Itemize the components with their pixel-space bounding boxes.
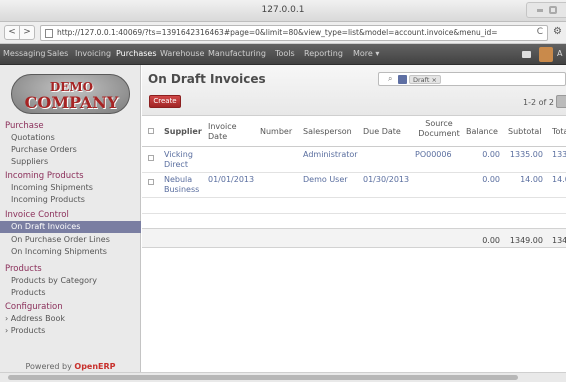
back-button[interactable]: <: [4, 25, 20, 40]
forward-button[interactable]: >: [19, 25, 35, 40]
powered-by: Powered by OpenERP: [0, 362, 141, 371]
row-divider: [142, 172, 566, 173]
view-header: On Draft Invoices Create ⌕ Draft × 1-2 o…: [142, 65, 566, 116]
horizontal-scrollbar[interactable]: [0, 372, 566, 382]
row-divider: [142, 213, 566, 214]
header-divider: [142, 146, 566, 147]
company-logo: DEMO COMPANY: [11, 74, 130, 114]
mail-icon[interactable]: [522, 51, 531, 58]
openerp-link[interactable]: OpenERP: [74, 362, 115, 371]
menu-reporting[interactable]: Reporting: [304, 49, 343, 58]
sidebar-item-products-by-category[interactable]: Products by Category: [11, 276, 97, 285]
search-input[interactable]: ⌕ Draft ×: [378, 72, 566, 86]
sidebar-section-incoming-products: Incoming Products: [5, 171, 84, 181]
sidebar-item-products[interactable]: Products: [11, 288, 46, 297]
cell-source-document[interactable]: PO00006: [415, 150, 452, 160]
sidebar-section-invoice-control: Invoice Control: [5, 210, 69, 220]
filter-icon[interactable]: [398, 75, 407, 84]
sidebar-item-on-incoming-shipments[interactable]: On Incoming Shipments: [11, 247, 107, 256]
window-controls[interactable]: [526, 2, 566, 18]
row-divider: [142, 197, 566, 198]
footer-total: 1349.00: [552, 236, 566, 245]
table-footer: 0.00 1349.00 1349.00: [142, 228, 566, 248]
minimize-icon[interactable]: [537, 9, 543, 12]
search-icon[interactable]: ⌕: [388, 74, 392, 84]
cell-subtotal: 1335.00: [509, 150, 543, 159]
avatar[interactable]: [539, 47, 553, 62]
url-bar[interactable]: http://127.0.0.1:40069/?ts=1391642316463…: [40, 25, 548, 41]
scrollbar-thumb[interactable]: [8, 375, 518, 380]
draft-facet[interactable]: Draft ×: [409, 75, 441, 84]
logo-line-1: DEMO: [49, 80, 94, 94]
pager-next-button[interactable]: [556, 95, 566, 108]
cell-supplier[interactable]: Nebula Business: [164, 175, 204, 195]
menu-more[interactable]: More ▾: [353, 49, 379, 58]
cell-subtotal: 14.00: [520, 175, 543, 184]
logo-line-2: COMPANY: [24, 93, 119, 112]
sidebar: DEMO COMPANY Purchase Quotations Purchas…: [0, 65, 141, 382]
window-title: 127.0.0.1: [261, 5, 305, 15]
cell-supplier[interactable]: Vicking Direct: [164, 150, 204, 170]
cell-salesperson[interactable]: Administrator: [303, 150, 358, 160]
menu-sales[interactable]: Sales: [47, 49, 68, 58]
url-text[interactable]: http://127.0.0.1:40069/?ts=1391642316463…: [57, 28, 498, 37]
cell-salesperson[interactable]: Demo User: [303, 175, 348, 185]
menu-invoicing[interactable]: Invoicing: [75, 49, 111, 58]
user-name[interactable]: A: [557, 49, 562, 58]
sidebar-section-configuration: Configuration: [5, 302, 63, 312]
sidebar-item-config-products[interactable]: › Products: [5, 326, 45, 335]
top-menu-bar: Messaging Sales Invoicing Purchases Ware…: [0, 44, 566, 65]
powered-by-prefix: Powered by: [25, 362, 72, 371]
browser-window: 127.0.0.1 < > http://127.0.0.1:40069/?ts…: [0, 0, 566, 382]
footer-subtotal: 1349.00: [509, 236, 543, 245]
cell-invoice-date: 01/01/2013: [208, 175, 255, 184]
sidebar-item-incoming-shipments[interactable]: Incoming Shipments: [11, 183, 93, 192]
row-checkbox[interactable]: [148, 179, 154, 185]
footer-balance: 0.00: [482, 236, 500, 245]
sidebar-item-quotations[interactable]: Quotations: [11, 133, 55, 142]
menu-tools[interactable]: Tools: [275, 49, 295, 58]
menu-manufacturing[interactable]: Manufacturing: [208, 49, 266, 58]
sidebar-item-suppliers[interactable]: Suppliers: [11, 157, 48, 166]
sidebar-item-incoming-products[interactable]: Incoming Products: [11, 195, 85, 204]
invoice-table: Supplier Invoice Date Number Salesperson…: [142, 117, 566, 382]
column-header-source-document[interactable]: Source Document: [415, 119, 463, 148]
sidebar-section-purchase: Purchase: [5, 121, 44, 131]
maximize-icon[interactable]: [549, 6, 557, 14]
menu-warehouse[interactable]: Warehouse: [160, 49, 204, 58]
column-header-number[interactable]: Number: [260, 127, 292, 156]
create-button[interactable]: Create: [149, 95, 181, 108]
browser-navbar: < > http://127.0.0.1:40069/?ts=139164231…: [0, 22, 566, 44]
select-all-checkbox[interactable]: [148, 128, 154, 134]
column-header-due-date[interactable]: Due Date: [363, 127, 401, 156]
main-content: On Draft Invoices Create ⌕ Draft × 1-2 o…: [142, 65, 566, 382]
sidebar-item-purchase-orders[interactable]: Purchase Orders: [11, 145, 77, 154]
gear-icon[interactable]: ⚙: [553, 26, 562, 37]
window-titlebar: 127.0.0.1: [0, 0, 566, 22]
sidebar-item-on-purchase-order-lines[interactable]: On Purchase Order Lines: [11, 235, 110, 244]
cell-due-date: 01/30/2013: [363, 175, 410, 184]
page-title: On Draft Invoices: [148, 72, 266, 86]
cell-balance: 0.00: [482, 150, 500, 159]
sidebar-item-label: On Draft Invoices: [11, 222, 81, 231]
row-checkbox[interactable]: [148, 155, 154, 161]
sidebar-item-on-draft-invoices[interactable]: On Draft Invoices: [0, 221, 141, 233]
cell-total: 1335.00: [552, 150, 566, 159]
menu-purchases[interactable]: Purchases: [116, 49, 157, 58]
page-icon: [45, 29, 53, 38]
sidebar-section-products: Products: [5, 264, 42, 274]
menu-messaging[interactable]: Messaging: [3, 49, 46, 58]
reload-icon[interactable]: C: [537, 27, 543, 37]
pager[interactable]: 1-2 of 2: [523, 98, 554, 107]
cell-total: 14.00: [552, 175, 566, 184]
cell-balance: 0.00: [482, 175, 500, 184]
sidebar-item-address-book[interactable]: › Address Book: [5, 314, 65, 323]
